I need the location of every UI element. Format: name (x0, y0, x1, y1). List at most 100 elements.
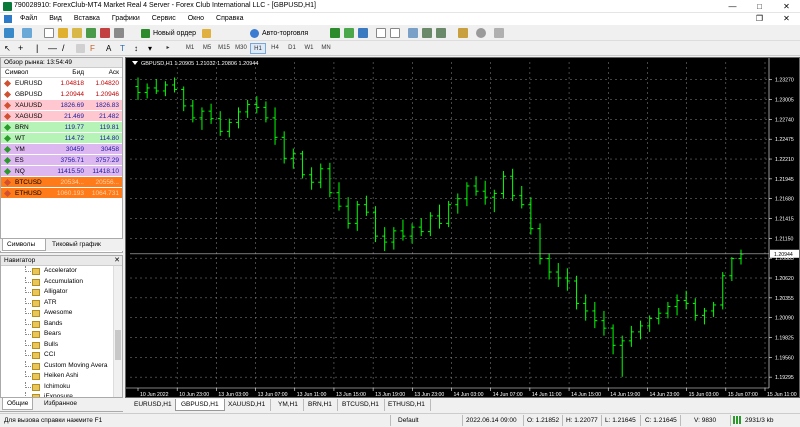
chart-window[interactable]: 1.23270 1.23005 1.22740 1.22475 1.22210 1.219… (125, 57, 800, 398)
horizontal-line-icon[interactable]: — (48, 44, 57, 53)
chart-shift-icon[interactable] (436, 28, 446, 38)
cursor-icon[interactable]: ↖ (4, 44, 12, 53)
menu-insert[interactable]: Вставка (68, 13, 106, 25)
navigator-indicator-item[interactable]: Ichimoku (1, 381, 114, 393)
tab-favorites[interactable]: Избранное (40, 398, 81, 410)
tab-tick-chart[interactable]: Тиковый график (48, 239, 105, 251)
market-watch-row[interactable]: YM 30459 30458 (1, 144, 122, 155)
connection-icon[interactable] (733, 416, 741, 424)
terminal-icon[interactable] (86, 28, 96, 38)
navigator-indicator-item[interactable]: Heiken Ashi (1, 371, 114, 382)
zoom-out-icon[interactable] (390, 28, 400, 38)
fibonacci-icon[interactable]: F (90, 44, 99, 53)
tf-mn[interactable]: MN (318, 43, 334, 54)
chart-tab[interactable]: EURUSD,H1 (129, 399, 178, 411)
tf-dropdown[interactable]: ▸ (162, 43, 174, 54)
navigator-scroll-thumb[interactable] (115, 330, 121, 360)
tf-h4[interactable]: H4 (267, 43, 283, 54)
market-watch-row[interactable]: XAUUSD 1826.69 1826.83 (1, 100, 122, 111)
line-chart-icon[interactable] (358, 28, 368, 38)
menu-view[interactable]: Вид (43, 13, 68, 25)
zoom-in-icon[interactable] (376, 28, 386, 38)
tile-windows-icon[interactable] (408, 28, 418, 38)
menu-charts[interactable]: Графики (106, 13, 146, 25)
navigator-indicator-item[interactable]: Accumulation (1, 276, 114, 288)
profiles-icon[interactable] (22, 28, 32, 38)
navigator-indicator-item[interactable]: CCI (1, 350, 114, 361)
mdi-close-button[interactable]: ✕ (773, 13, 800, 25)
menu-tools[interactable]: Сервис (146, 13, 182, 25)
document-menu-icon[interactable] (4, 15, 12, 23)
navigator-icon[interactable] (72, 28, 82, 38)
market-watch-icon[interactable] (44, 28, 54, 38)
market-watch-row[interactable]: EURUSD 1.04818 1.04820 (1, 78, 122, 89)
price-chart[interactable]: 1.23270 1.23005 1.22740 1.22475 1.22210 1.219… (126, 58, 800, 398)
tf-d1[interactable]: D1 (284, 43, 300, 54)
crosshair-icon[interactable]: + (18, 44, 27, 53)
market-watch-row[interactable]: BTCUSD 20534... 20556... (1, 177, 122, 188)
strategy-tester-icon[interactable] (100, 28, 110, 38)
chart-tab[interactable]: XAUUSD,H1 (223, 399, 272, 411)
tf-m5[interactable]: M5 (199, 43, 215, 54)
menu-help[interactable]: Справка (210, 13, 249, 25)
trendline-icon[interactable]: / (62, 44, 71, 53)
tf-w1[interactable]: W1 (301, 43, 317, 54)
auto-scroll-icon[interactable] (422, 28, 432, 38)
market-watch-row[interactable]: NQ 11415.50 11418.10 (1, 166, 122, 177)
navigator-scrollbar[interactable] (113, 266, 122, 400)
market-watch-row[interactable]: XAGUSD 21.469 21.482 (1, 111, 122, 122)
market-watch-row[interactable]: ES 3756.71 3757.29 (1, 155, 122, 166)
tf-m15[interactable]: M15 (216, 43, 232, 54)
market-watch-row[interactable]: WT 114.72 114.80 (1, 133, 122, 144)
market-watch-row[interactable]: ETHUSD 1060.193 1064.731 (1, 188, 122, 199)
chart-tab[interactable]: BRN,H1 (303, 399, 338, 411)
col-symbol[interactable]: Символ (5, 68, 28, 78)
navigator-indicator-item[interactable]: Awesome (1, 308, 114, 319)
col-bid[interactable]: Бид (72, 68, 84, 78)
navigator-indicator-item[interactable]: Bulls (1, 339, 114, 351)
status-profile[interactable]: Default (398, 414, 419, 427)
tf-m1[interactable]: M1 (182, 43, 198, 54)
close-button[interactable]: ✕ (773, 0, 800, 13)
tf-h1[interactable]: H1 (250, 43, 266, 54)
templates-icon[interactable] (494, 28, 504, 38)
auto-trading-button[interactable]: Авто-торговля (247, 27, 312, 39)
mdi-restore-button[interactable]: ❐ (746, 13, 773, 25)
navigator-indicator-item[interactable]: Custom Moving Avera (1, 360, 114, 372)
navigator-indicator-item[interactable]: ATR (1, 297, 114, 309)
menu-window[interactable]: Окно (182, 13, 210, 25)
channel-icon[interactable] (76, 44, 85, 53)
text-icon[interactable]: A (106, 44, 115, 53)
navigator-close-icon[interactable]: ✕ (114, 256, 120, 264)
more-tools-icon[interactable]: ▾ (148, 44, 157, 53)
new-chart-icon[interactable] (4, 28, 14, 38)
market-watch-row[interactable]: GBPUSD 1.20944 1.20946 (1, 89, 122, 100)
market-watch-row[interactable]: BRN 119.77 119.81 (1, 122, 122, 133)
maximize-button[interactable]: □ (746, 0, 773, 13)
candlestick-icon[interactable] (344, 28, 354, 38)
tf-m30[interactable]: M30 (233, 43, 249, 54)
label-icon[interactable]: T (120, 44, 129, 53)
meta-editor-button[interactable] (199, 27, 218, 39)
new-order-button[interactable]: Новый ордер (138, 27, 200, 39)
data-window-icon[interactable] (58, 28, 68, 38)
navigator-indicator-item[interactable]: Bands (1, 318, 114, 330)
tester-icon[interactable] (114, 28, 124, 38)
menu-file[interactable]: Файл (14, 13, 43, 25)
navigator-indicator-item[interactable]: Accelerator (1, 266, 114, 277)
vertical-line-icon[interactable]: | (36, 44, 45, 53)
navigator-indicator-item[interactable]: Alligator (1, 287, 114, 298)
chart-tab[interactable]: BTCUSD,H1 (337, 399, 385, 411)
col-ask[interactable]: Аск (109, 68, 119, 78)
tab-common[interactable]: Общие (2, 398, 34, 410)
bar-chart-icon[interactable] (330, 28, 340, 38)
arrows-icon[interactable]: ↕ (134, 44, 143, 53)
periods-icon[interactable] (476, 28, 486, 38)
chart-tab[interactable]: GBPUSD,H1 (175, 399, 225, 411)
minimize-button[interactable]: — (719, 0, 746, 13)
chart-tab[interactable]: ETHUSD,H1 (383, 399, 431, 411)
tab-symbols[interactable]: Символы (2, 239, 46, 251)
indicators-icon[interactable] (458, 28, 468, 38)
navigator-indicator-item[interactable]: Bears (1, 329, 114, 340)
chart-tab[interactable]: YM,H1 (273, 399, 304, 411)
